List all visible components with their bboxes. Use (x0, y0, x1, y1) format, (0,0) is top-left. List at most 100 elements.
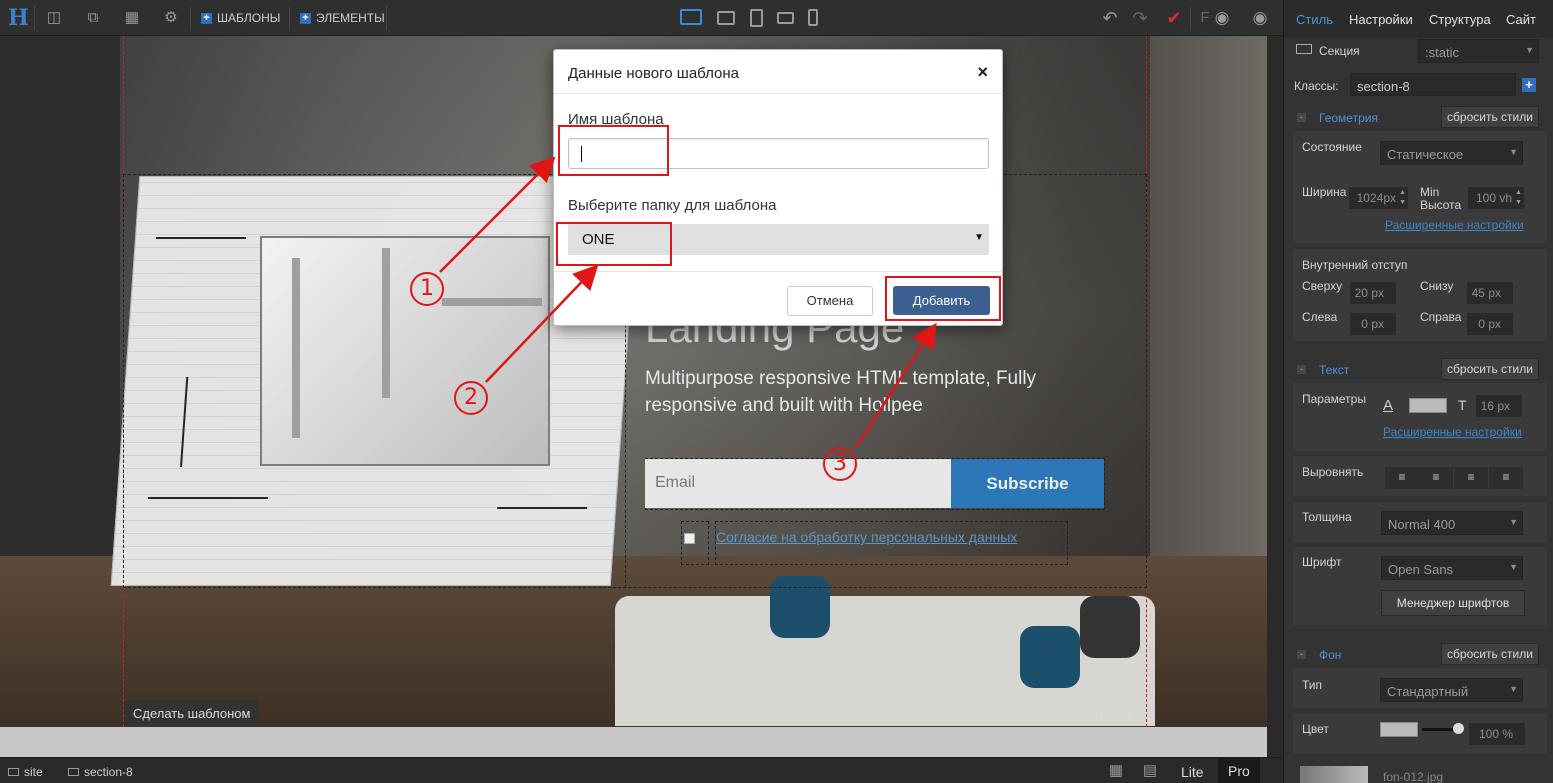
mode-lite[interactable]: Lite (1181, 764, 1204, 780)
geometry-section-header[interactable]: - Геометрия сбросить стили (1291, 106, 1545, 130)
copy-icon[interactable]: ⧉ (83, 8, 103, 28)
collapse-icon[interactable]: - (1297, 365, 1306, 374)
classes-input[interactable]: section-8 (1350, 73, 1516, 96)
padding-left-input[interactable]: 0 px (1350, 313, 1396, 335)
opacity-slider-handle[interactable] (1453, 723, 1464, 734)
new-page-icon[interactable]: ◫ (44, 8, 64, 28)
breadcrumb-site[interactable]: site (8, 765, 43, 779)
text-advanced-link[interactable]: Расширенные настройки (1383, 425, 1522, 439)
annotation-number-2: 2 (454, 381, 488, 415)
elements-label: ЭЛЕМЕНТЫ (316, 11, 385, 25)
mode-pro[interactable]: Pro (1218, 758, 1260, 783)
tab-structure[interactable]: Структура (1429, 12, 1491, 27)
bg-image-thumbnail[interactable] (1300, 766, 1368, 783)
phone-landscape-icon[interactable] (777, 12, 794, 24)
min-height-input[interactable]: 100 vh ▲ ▼ (1468, 187, 1524, 209)
spin-down-icon[interactable]: ▼ (1515, 199, 1522, 207)
panel-tabs: Стиль Настройки Структура Сайт (1284, 0, 1553, 38)
bg-type-label: Тип (1302, 678, 1323, 692)
pillow (1020, 626, 1080, 688)
font-select[interactable]: Open Sans ▼ (1381, 556, 1523, 580)
ruler-icon[interactable]: ▤ (1140, 761, 1160, 781)
element-label: Секция (1319, 44, 1360, 58)
chevron-down-icon: ▼ (1509, 147, 1518, 157)
bg-section-header[interactable]: - Фон сбросить стили (1291, 643, 1545, 667)
editor-app: H ◫ ⧉ ▦ ⚙ + ШАБЛОНЫ + ЭЛЕМЕНТЫ ↶ ↷ ✔ F ◉… (0, 0, 1553, 783)
tablet-portrait-icon[interactable] (750, 9, 763, 27)
canvas-scrollbar[interactable] (1267, 36, 1283, 757)
tab-style[interactable]: Стиль (1296, 12, 1333, 27)
divider (289, 6, 290, 30)
divider (190, 6, 191, 30)
font-manager-button[interactable]: Менеджер шрифтов (1381, 590, 1525, 616)
padding-bottom-input[interactable]: 45 px (1467, 282, 1513, 304)
collapse-icon[interactable]: - (1297, 650, 1306, 659)
collapse-icon[interactable]: - (1297, 113, 1306, 122)
spin-up-icon[interactable]: ▲ (1515, 189, 1522, 197)
move-down-icon[interactable]: ↓ (1119, 704, 1141, 724)
bg-color-swatch[interactable] (1380, 722, 1418, 737)
weight-select[interactable]: Normal 400 ▼ (1381, 511, 1523, 535)
tab-settings[interactable]: Настройки (1349, 12, 1413, 27)
align-justify-icon[interactable]: ≡ (1489, 467, 1523, 489)
breadcrumb-section[interactable]: section-8 (68, 765, 133, 779)
chevron-down-icon: ▼ (1525, 45, 1534, 55)
templates-menu[interactable]: + ШАБЛОНЫ (201, 11, 280, 25)
tab-site[interactable]: Сайт (1506, 12, 1536, 27)
text-title: Текст (1319, 363, 1350, 377)
align-right-icon[interactable]: ≡ (1454, 467, 1488, 489)
padding-top-value: 20 (1354, 286, 1368, 300)
tablet-landscape-icon[interactable] (717, 11, 735, 25)
text-reset-button[interactable]: сбросить стили (1441, 358, 1539, 380)
column-outline (123, 174, 626, 588)
align-center-icon[interactable]: ≡ (1419, 467, 1453, 489)
move-up-icon[interactable]: ↑ (1090, 704, 1112, 724)
padding-left-unit: px (1371, 317, 1384, 331)
divider (34, 6, 35, 30)
padding-left-label: Слева (1302, 310, 1338, 324)
state-select[interactable]: :static ▼ (1418, 39, 1539, 63)
bg-reset-button[interactable]: сбросить стили (1441, 643, 1539, 665)
opacity-input[interactable]: 100 % (1469, 723, 1525, 745)
consent-link[interactable]: Согласие на обработку персональных данны… (716, 529, 1017, 545)
geometry-reset-button[interactable]: сбросить стили (1441, 106, 1539, 128)
email-input[interactable]: Email (645, 459, 951, 508)
make-template-button[interactable]: Сделать шаблоном (124, 700, 260, 727)
divider (386, 6, 387, 30)
redo-icon[interactable]: ↷ (1130, 8, 1150, 28)
phone-portrait-icon[interactable] (808, 9, 818, 26)
padding-right-input[interactable]: 0 px (1467, 313, 1513, 335)
align-left-icon[interactable]: ≡ (1385, 467, 1419, 489)
bg-type-select[interactable]: Стандартный ▼ (1380, 678, 1523, 702)
store-icon[interactable]: ▦ (122, 8, 142, 28)
state-dropdown[interactable]: Статическое ▼ (1380, 141, 1523, 165)
text-section-header[interactable]: - Текст сбросить стили (1291, 358, 1545, 382)
desktop-view-icon[interactable] (680, 9, 702, 25)
preview-eye-icon[interactable]: ◉ (1212, 8, 1232, 28)
undo-icon[interactable]: ↶ (1100, 8, 1120, 28)
elements-menu[interactable]: + ЭЛЕМЕНТЫ (300, 11, 385, 25)
spin-down-icon[interactable]: ▼ (1399, 199, 1406, 207)
dialog-title: Данные нового шаблона (568, 65, 739, 82)
check-icon[interactable]: ✔ (1164, 8, 1184, 28)
weight-select-value: Normal 400 (1388, 517, 1456, 532)
close-icon[interactable]: × (977, 62, 988, 83)
cancel-button[interactable]: Отмена (787, 286, 873, 316)
geometry-advanced-link[interactable]: Расширенные настройки (1385, 218, 1524, 232)
width-input[interactable]: 1024px ▲ ▼ (1349, 187, 1408, 209)
padding-bottom-label: Снизу (1420, 279, 1454, 293)
view-eye-icon[interactable]: ◉ (1250, 8, 1270, 28)
text-color-swatch[interactable] (1409, 398, 1447, 413)
grid-icon[interactable]: ▦ (1106, 761, 1126, 781)
state-dropdown-value: Статическое (1387, 147, 1464, 162)
subscribe-button[interactable]: Subscribe (951, 459, 1104, 508)
font-size-input[interactable]: 16 px (1476, 395, 1522, 417)
padding-label: Внутренний отступ (1302, 258, 1408, 272)
gear-icon[interactable]: ⚙ (161, 8, 181, 28)
add-class-icon[interactable]: + (1522, 78, 1536, 92)
padding-top-input[interactable]: 20 px (1350, 282, 1396, 304)
state-select-value: :static (1425, 45, 1459, 60)
spin-up-icon[interactable]: ▲ (1399, 189, 1406, 197)
consent-checkbox[interactable] (684, 533, 695, 544)
text-color-icon[interactable]: A (1383, 397, 1393, 414)
